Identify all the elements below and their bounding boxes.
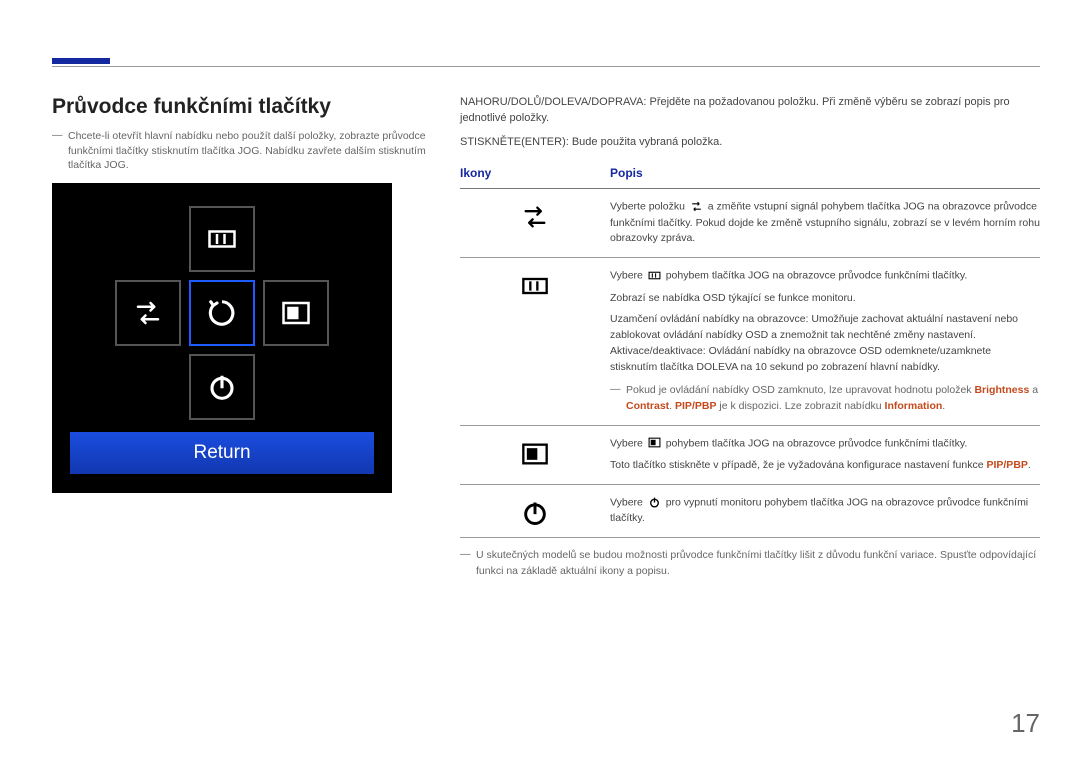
osd-return-button[interactable] bbox=[189, 280, 255, 346]
pip-icon bbox=[521, 440, 549, 468]
intro-p2: STISKNĚTE(ENTER): Bude použita vybraná p… bbox=[460, 135, 1040, 151]
source-icon bbox=[521, 203, 549, 231]
table-row: Vyberte položku a změňte vstupní signál … bbox=[460, 189, 1040, 258]
th-icons: Ikony bbox=[460, 165, 610, 182]
text-fragment: Uzamčení ovládání nabídky na obrazovce: … bbox=[610, 312, 1040, 375]
osd-power-button[interactable] bbox=[189, 354, 255, 420]
text-fragment: Vybere bbox=[610, 497, 646, 509]
table-header: Ikony Popis bbox=[460, 165, 1040, 189]
text-fragment: Pokud je ovládání nabídky OSD zamknuto, … bbox=[626, 384, 974, 396]
row-icon-menu bbox=[460, 268, 610, 300]
text-fragment: . bbox=[1028, 459, 1031, 471]
page-number: 17 bbox=[1011, 708, 1040, 739]
source-icon bbox=[690, 199, 703, 215]
text-fragment: Toto tlačítko stiskněte v případě, že je… bbox=[610, 459, 986, 471]
th-desc: Popis bbox=[610, 165, 643, 182]
return-bar[interactable]: Return bbox=[70, 432, 374, 474]
text-fragment: je k dispozici. Lze zobrazit nabídku bbox=[716, 400, 884, 412]
text-fragment: Zobrazí se nabídka OSD týkající se funkc… bbox=[610, 291, 1040, 307]
source-icon bbox=[133, 298, 163, 328]
text-fragment: pohybem tlačítka JOG na obrazovce průvod… bbox=[663, 270, 967, 282]
page-content: Průvodce funkčními tlačítky Chcete-li ot… bbox=[52, 95, 1040, 580]
table-row: Vybere pohybem tlačítka JOG na obrazovce… bbox=[460, 426, 1040, 485]
osd-menu-button[interactable] bbox=[189, 206, 255, 272]
row-desc: Vybere pohybem tlačítka JOG na obrazovce… bbox=[610, 268, 1040, 415]
return-icon bbox=[207, 298, 237, 328]
icon-description-table: Ikony Popis Vyberte položku a změňte vst… bbox=[460, 165, 1040, 580]
row-icon-power bbox=[460, 495, 610, 527]
osd-pip-button[interactable] bbox=[263, 280, 329, 346]
header-accent-bar bbox=[52, 58, 110, 64]
row-desc: Vybere pro vypnutí monitoru pohybem tlač… bbox=[610, 495, 1040, 527]
menu-icon bbox=[207, 224, 237, 254]
pip-icon bbox=[281, 298, 311, 328]
pip-icon bbox=[648, 436, 661, 452]
row-desc: Vybere pohybem tlačítka JOG na obrazovce… bbox=[610, 436, 1040, 474]
header-rule bbox=[52, 66, 1040, 67]
right-column: NAHORU/DOLŮ/DOLEVA/DOPRAVA: Přejděte na … bbox=[460, 95, 1040, 580]
keyword-information: Information bbox=[885, 400, 943, 412]
keyword-pippbp: PIP/PBP bbox=[675, 400, 716, 412]
osd-source-button[interactable] bbox=[115, 280, 181, 346]
left-column: Průvodce funkčními tlačítky Chcete-li ot… bbox=[52, 95, 432, 580]
menu-icon bbox=[648, 268, 661, 284]
table-row: Vybere pro vypnutí monitoru pohybem tlač… bbox=[460, 485, 1040, 538]
left-note: Chcete-li otevřít hlavní nabídku nebo po… bbox=[52, 129, 432, 173]
text-fragment: Vybere bbox=[610, 270, 646, 282]
page-heading: Průvodce funkčními tlačítky bbox=[52, 95, 432, 119]
power-icon bbox=[521, 499, 549, 527]
row-desc: Vyberte položku a změňte vstupní signál … bbox=[610, 199, 1040, 247]
text-fragment: Vybere bbox=[610, 437, 646, 449]
text-fragment: pohybem tlačítka JOG na obrazovce průvod… bbox=[663, 437, 967, 449]
text-fragment: Vyberte položku bbox=[610, 201, 688, 213]
intro-p1: NAHORU/DOLŮ/DOLEVA/DOPRAVA: Přejděte na … bbox=[460, 95, 1040, 127]
text-fragment: a bbox=[1029, 384, 1038, 396]
osd-button-panel: Return bbox=[52, 183, 392, 493]
row-icon-source bbox=[460, 199, 610, 231]
menu-icon bbox=[521, 272, 549, 300]
keyword-contrast: Contrast bbox=[626, 400, 669, 412]
power-icon bbox=[207, 372, 237, 402]
text-fragment: . bbox=[942, 400, 945, 412]
keyword-pippbp: PIP/PBP bbox=[986, 459, 1027, 471]
keyword-brightness: Brightness bbox=[974, 384, 1029, 396]
table-footnote: U skutečných modelů se budou možnosti pr… bbox=[460, 548, 1040, 580]
table-row: Vybere pohybem tlačítka JOG na obrazovce… bbox=[460, 258, 1040, 426]
power-icon bbox=[648, 495, 661, 511]
row-icon-pip bbox=[460, 436, 610, 468]
text-fragment: pro vypnutí monitoru pohybem tlačítka JO… bbox=[610, 497, 1028, 525]
locked-osd-note: Pokud je ovládání nabídky OSD zamknuto, … bbox=[610, 383, 1040, 415]
